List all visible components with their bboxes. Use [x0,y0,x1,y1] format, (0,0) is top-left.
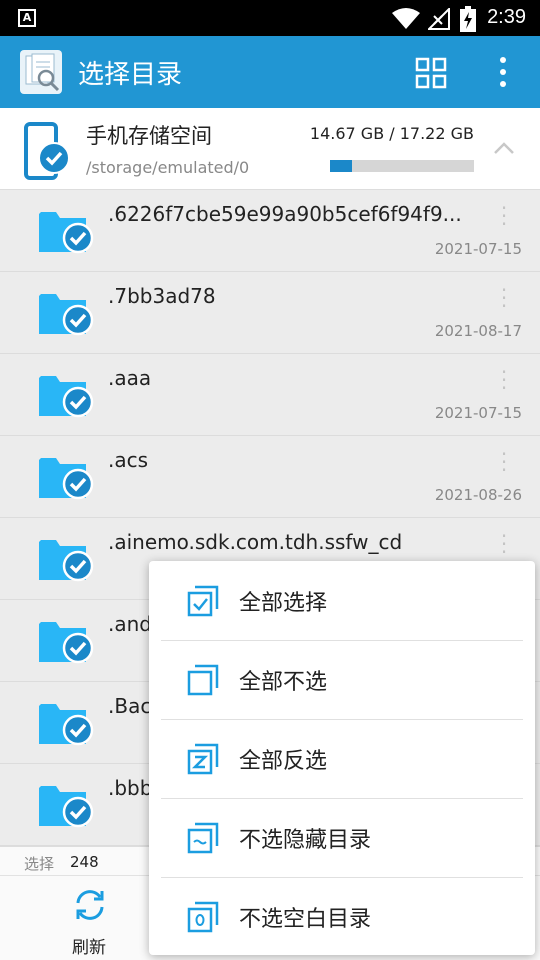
grid-view-icon[interactable] [414,56,448,90]
folder-name: .aaa [108,366,152,390]
row-more-icon[interactable]: ··· [494,198,514,234]
refresh-button[interactable]: 刷新 [56,885,126,958]
menu-item-label: 全部不选 [239,670,328,695]
folder-checked-icon[interactable] [38,618,96,664]
empty-folder-icon [187,901,219,933]
hidden-folder-icon [187,822,219,854]
selected-label: 选择 [24,855,55,873]
folder-row[interactable]: .7bb3ad78 2021-08-17 · · · [0,272,540,354]
menu-item-invert-selection[interactable]: 全部反选 [149,719,535,798]
row-more-icon[interactable]: ··· [494,280,514,316]
storage-usage: 14.67 GB / 17.22 GB [309,124,474,143]
folder-name: .acs [108,448,149,472]
storage-usage-bar [330,160,474,172]
row-more-icon[interactable]: ··· [494,526,514,562]
folder-date: 2021-07-15 [434,240,522,258]
chevron-up-icon[interactable] [492,138,516,158]
notification-icon: A [18,9,36,27]
wifi-icon [392,8,420,29]
app-logo-icon [20,50,62,94]
folder-row[interactable]: .acs 2021-08-26 · · · [0,436,540,518]
folder-checked-icon[interactable] [38,536,96,582]
folder-name: .bbb [108,776,153,800]
selection-menu: 全部选择 全部不选 全部反选 不选隐藏目录 不选空白目录 [149,561,535,955]
select-none-icon [187,664,219,696]
more-options-icon[interactable] [488,52,518,92]
menu-item-deselect-hidden[interactable]: 不选隐藏目录 [149,798,535,877]
select-all-icon [187,585,219,617]
menu-item-label: 全部选择 [239,591,328,616]
folder-checked-icon[interactable] [38,700,96,746]
storage-header[interactable]: 手机存储空间 /storage/emulated/0 14.67 GB / 17… [0,108,540,190]
folder-checked-icon[interactable] [38,208,96,254]
menu-item-label: 全部反选 [239,749,328,774]
menu-item-label: 不选空白目录 [239,907,372,932]
menu-item-select-none[interactable]: 全部不选 [149,640,535,719]
folder-date: 2021-08-17 [434,322,522,340]
menu-item-label: 不选隐藏目录 [239,828,372,853]
signal-icon [428,8,450,30]
phone-storage-icon [24,122,70,180]
menu-item-deselect-empty[interactable]: 不选空白目录 [149,877,535,956]
folder-checked-icon[interactable] [38,782,96,828]
folder-date: 2021-07-15 [434,404,522,422]
invert-selection-icon [187,743,219,775]
status-bar: A 2:39 [0,0,540,36]
storage-path: /storage/emulated/0 [86,158,250,177]
refresh-icon [76,890,104,920]
folder-checked-icon[interactable] [38,372,96,418]
battery-charging-icon [460,6,476,32]
folder-name: .6226f7cbe59e99a90b5cef6f94f9... [108,202,462,226]
menu-item-select-all[interactable]: 全部选择 [149,561,535,640]
storage-usage-fill [330,160,352,172]
refresh-label: 刷新 [72,938,106,958]
folder-row[interactable]: .6226f7cbe59e99a90b5cef6f94f9... 2021-07-… [0,190,540,272]
folder-row[interactable]: .aaa 2021-07-15 · · · [0,354,540,436]
folder-checked-icon[interactable] [38,454,96,500]
page-title: 选择目录 [78,60,183,90]
folder-name: .and [108,612,152,636]
folder-name: .Bac [108,694,152,718]
row-more-icon[interactable]: ··· [494,362,514,398]
storage-name: 手机存储空间 [86,124,212,148]
row-more-icon[interactable]: ··· [494,444,514,480]
clock: 2:39 [487,6,526,28]
selected-count: 248 [70,853,99,871]
folder-checked-icon[interactable] [38,290,96,336]
app-bar: 选择目录 [0,36,540,108]
folder-name: .7bb3ad78 [108,284,216,308]
folder-date: 2021-08-26 [434,486,522,504]
folder-name: .ainemo.sdk.com.tdh.ssfw_cd [108,530,403,554]
